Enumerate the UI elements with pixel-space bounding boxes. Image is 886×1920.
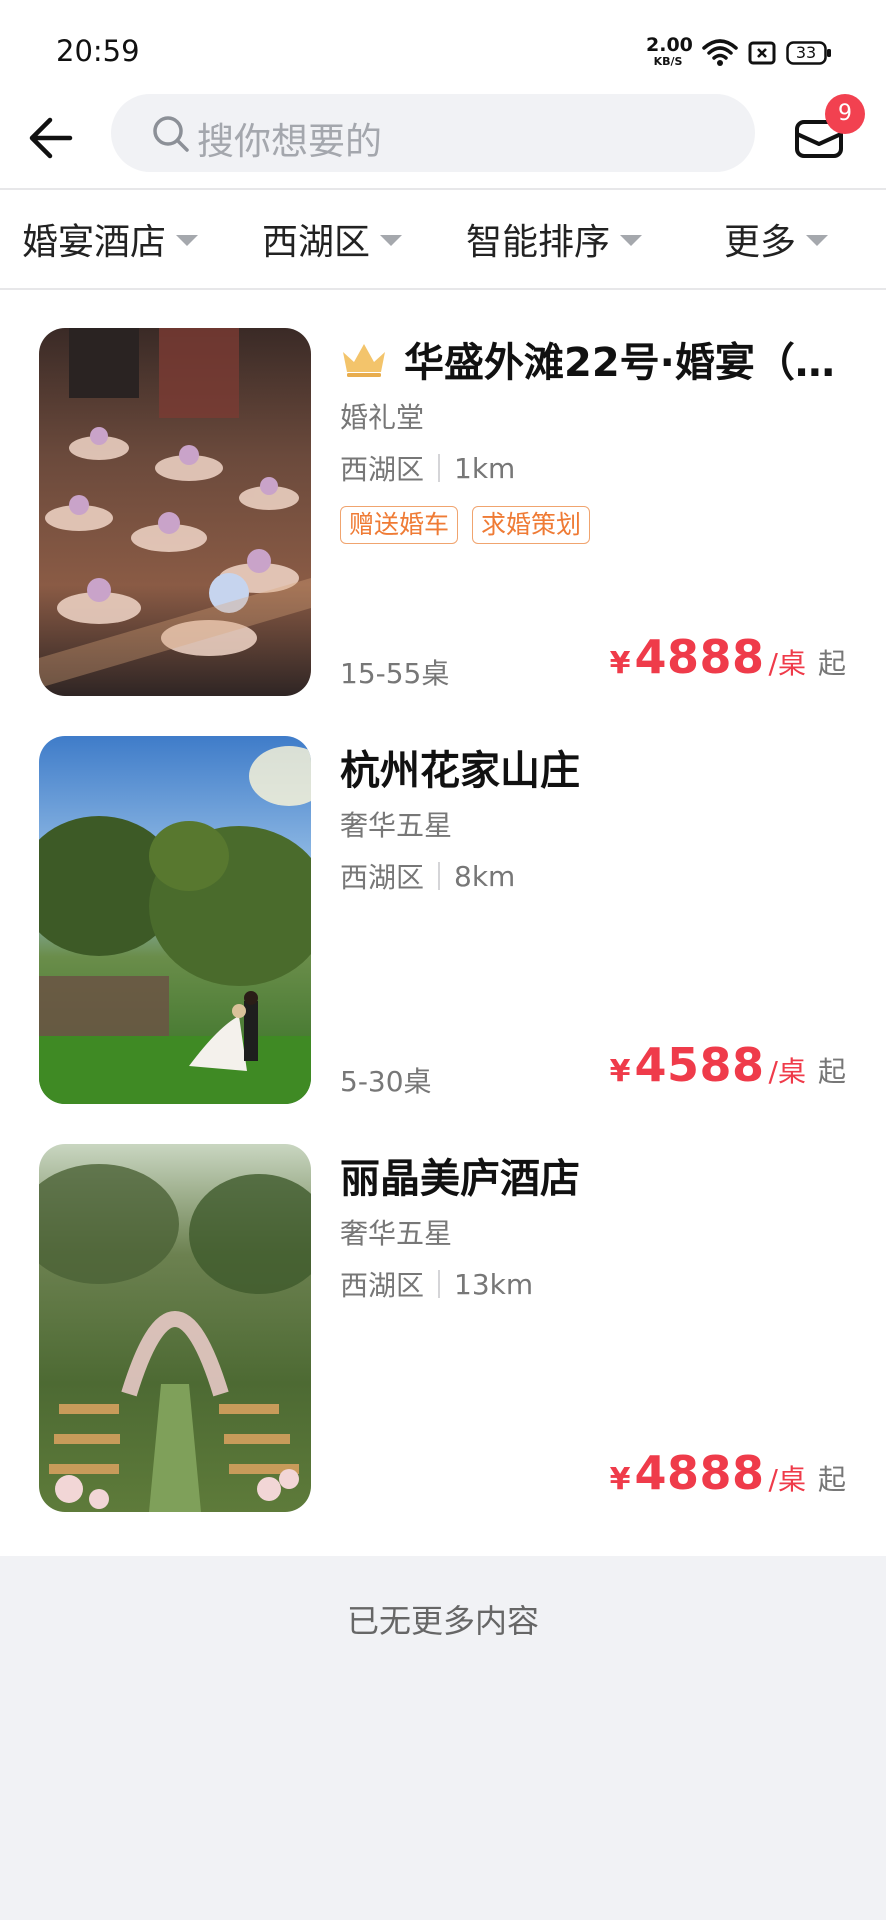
- venue-card[interactable]: 杭州花家山庄 奢华五星 西湖区 8km 5-30桌 ¥ 4588 /桌 起: [0, 698, 886, 1106]
- venue-tag: 赠送婚车: [340, 506, 459, 544]
- venue-tags: 赠送婚车 求婚策划: [340, 506, 604, 544]
- venue-distance: 8km: [454, 859, 516, 893]
- filter-sort[interactable]: 智能排序: [466, 214, 643, 264]
- filter-label: 婚宴酒店: [22, 222, 167, 263]
- venue-location: 西湖区 8km: [340, 856, 515, 896]
- caret-down-icon: [806, 234, 829, 246]
- battery-level: 33: [795, 43, 817, 62]
- list-end-area: 已无更多内容: [0, 1556, 886, 1920]
- filter-label: 更多: [724, 222, 797, 263]
- caret-down-icon: [380, 234, 403, 246]
- message-count-badge: 9: [825, 94, 865, 134]
- filter-label: 西湖区: [262, 222, 371, 263]
- network-speed-unit: KB/S: [653, 55, 683, 68]
- price-value: 4888: [634, 1446, 765, 1500]
- venue-distance: 1km: [454, 451, 516, 485]
- price-unit: /桌: [768, 1463, 806, 1496]
- venue-type: 婚礼堂: [340, 401, 425, 434]
- price-from-label: 起: [817, 1463, 846, 1496]
- venue-type: 奢华五星: [340, 1217, 453, 1250]
- venue-title: 华盛外滩22号·婚宴（…: [404, 340, 835, 386]
- price-currency: ¥: [609, 646, 631, 681]
- search-icon: [153, 116, 189, 152]
- price-unit: /桌: [768, 647, 806, 680]
- venue-location: 西湖区 13km: [340, 1264, 533, 1304]
- price-value: 4588: [634, 1038, 765, 1092]
- caret-down-icon: [176, 234, 199, 246]
- venue-district: 西湖区: [340, 453, 425, 486]
- venue-price: ¥ 4888 /桌 起: [610, 630, 846, 684]
- wifi-icon: [702, 39, 738, 66]
- venue-district: 西湖区: [340, 861, 425, 894]
- price-from-label: 起: [817, 647, 846, 680]
- venue-table-range: 15-55桌: [340, 657, 450, 690]
- venue-table-range: 5-30桌: [340, 1065, 432, 1098]
- venue-title: 杭州花家山庄: [340, 748, 580, 794]
- no-more-content-text: 已无更多内容: [346, 1602, 539, 1640]
- venue-title-row: 丽晶美庐酒店: [340, 1144, 850, 1206]
- venue-type: 奢华五星: [340, 809, 453, 842]
- venue-card[interactable]: 丽晶美庐酒店 奢华五星 西湖区 13km ¥ 4888 /桌 起: [0, 1106, 886, 1514]
- price-currency: ¥: [609, 1462, 631, 1497]
- price-from-label: 起: [817, 1055, 846, 1088]
- venue-title: 丽晶美庐酒店: [340, 1156, 580, 1202]
- filter-bar: 婚宴酒店 西湖区 智能排序 更多: [0, 190, 886, 288]
- price-currency: ¥: [609, 1054, 631, 1089]
- venue-distance: 13km: [454, 1267, 534, 1301]
- venue-photo-garden-wedding: [39, 736, 311, 1104]
- search-input[interactable]: 搜你想要的: [111, 94, 755, 172]
- header: 搜你想要的 9: [0, 90, 886, 188]
- status-bar: 20:59 2.00 KB/S 33: [0, 0, 886, 90]
- separator: [438, 1270, 441, 1298]
- filter-label: 智能排序: [466, 222, 611, 263]
- venue-card[interactable]: 华盛外滩22号·婚宴（… 婚礼堂 西湖区 1km 赠送婚车 求婚策划 15-55…: [0, 290, 886, 698]
- price-value: 4888: [634, 630, 765, 684]
- filter-more[interactable]: 更多: [724, 214, 829, 264]
- status-time: 20:59: [56, 34, 140, 68]
- venue-location: 西湖区 1km: [340, 448, 515, 488]
- filter-category[interactable]: 婚宴酒店: [22, 214, 199, 264]
- crown-icon: [343, 344, 385, 377]
- venue-photo-forest-ceremony: [39, 1144, 311, 1512]
- caret-down-icon: [620, 234, 643, 246]
- venue-photo-banquet-hall: [39, 328, 311, 696]
- filter-district[interactable]: 西湖区: [262, 214, 403, 264]
- venue-tag: 求婚策划: [472, 506, 591, 544]
- search-placeholder: 搜你想要的: [197, 120, 382, 163]
- venue-price: ¥ 4588 /桌 起: [610, 1038, 846, 1092]
- venue-price: ¥ 4888 /桌 起: [610, 1446, 846, 1500]
- back-button[interactable]: [26, 112, 78, 164]
- price-unit: /桌: [768, 1055, 806, 1088]
- venue-title-row: 华盛外滩22号·婚宴（…: [340, 328, 850, 390]
- sim-card-icon: [748, 41, 776, 65]
- venue-title-row: 杭州花家山庄: [340, 736, 850, 798]
- network-speed-value: 2.00: [646, 34, 693, 56]
- separator: [438, 862, 441, 890]
- separator: [438, 454, 441, 482]
- venue-district: 西湖区: [340, 1269, 425, 1302]
- network-speed: 2.00 KB/S: [646, 34, 693, 68]
- back-arrow-icon: [29, 117, 73, 159]
